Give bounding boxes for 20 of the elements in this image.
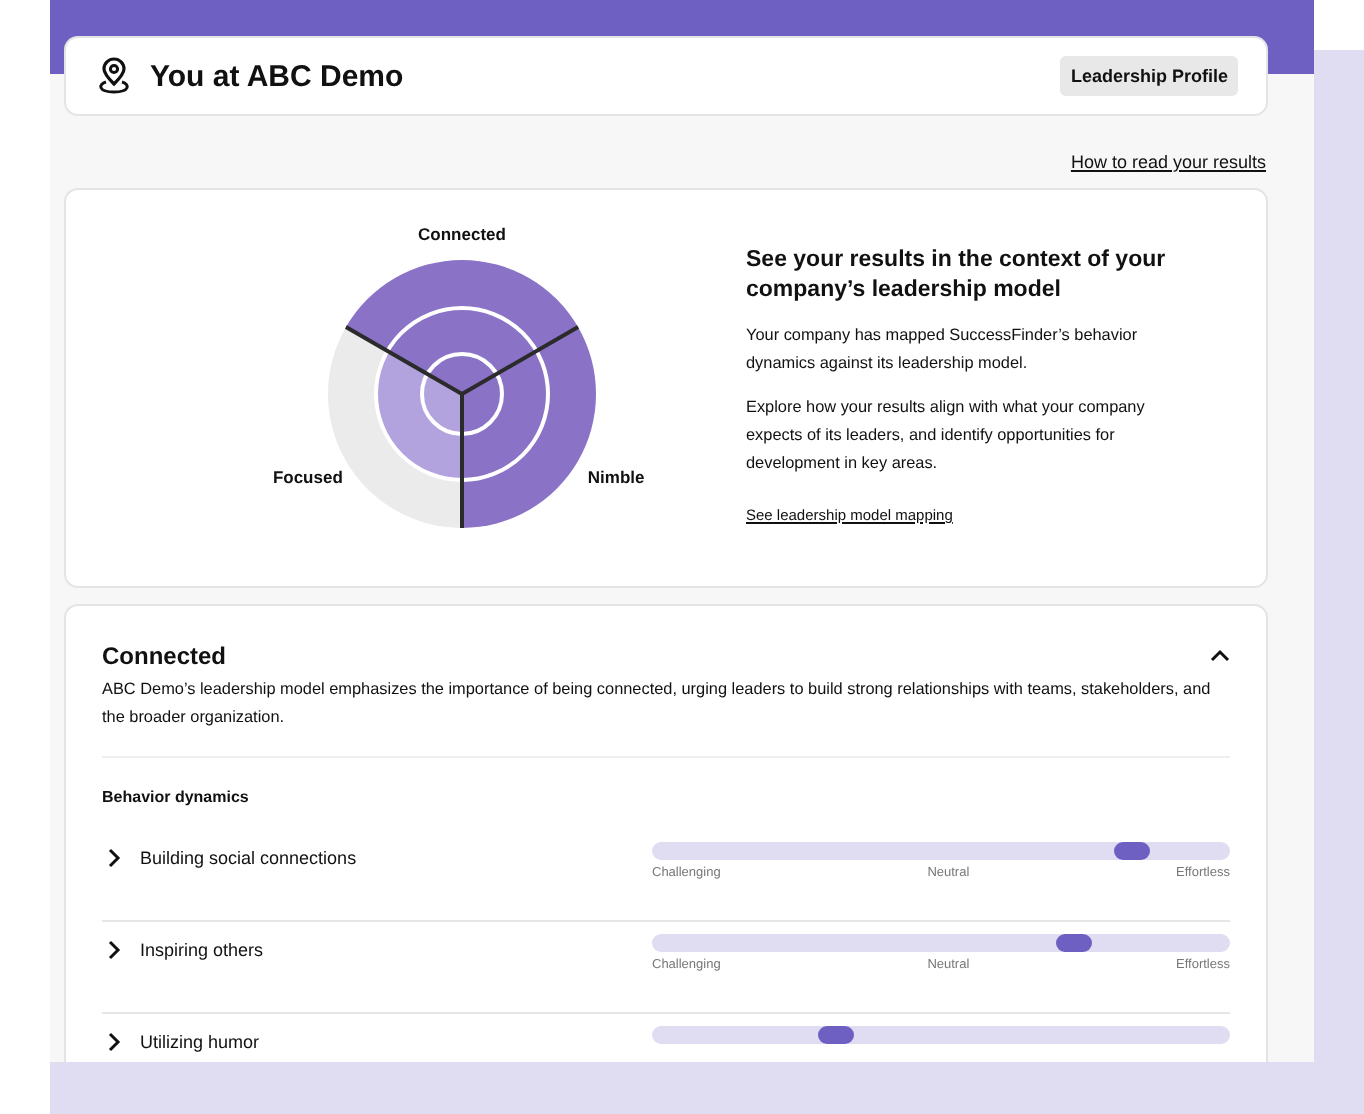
chevron-icon[interactable] — [106, 940, 122, 960]
location-pin-icon — [94, 56, 134, 96]
model-paragraph: Explore how your results align with what your company expects of its leaders, and identify opportunities for development in key areas. — [746, 396, 1147, 476]
page-title: You at ABC Demo — [150, 59, 406, 93]
dimension-label: Nimble — [587, 467, 645, 487]
chevron-icon[interactable] — [106, 848, 122, 868]
dimension-label: Connected — [418, 224, 506, 244]
behavior-name[interactable]: Utilizing humor — [140, 1032, 260, 1052]
chevron-icon[interactable] — [1210, 646, 1230, 666]
dimension-label: Focused — [272, 467, 343, 487]
behavior-heading: Behavior dynamics — [102, 788, 251, 806]
model-heading: See your results in the context of your company’s leadership model — [746, 246, 1168, 306]
model-paragraph: Your company has mapped SuccessFinder’s behavior dynamics against its leadership model. — [746, 324, 1140, 376]
behavior-name[interactable]: Inspiring others — [140, 940, 264, 960]
section-description: ABC Demo’s leadership model emphasizes the importance of being connected, urging leaders to build strong relationships with teams, stakeholders, and the broader organization. — [102, 676, 1230, 758]
behavior-name[interactable]: Building social connections — [140, 848, 357, 868]
chevron-icon[interactable] — [106, 1032, 122, 1052]
section-title: Connected — [102, 642, 227, 670]
profile-badge: Leadership Profile — [1060, 56, 1238, 96]
help-link[interactable]: How to read your results — [1070, 152, 1266, 172]
